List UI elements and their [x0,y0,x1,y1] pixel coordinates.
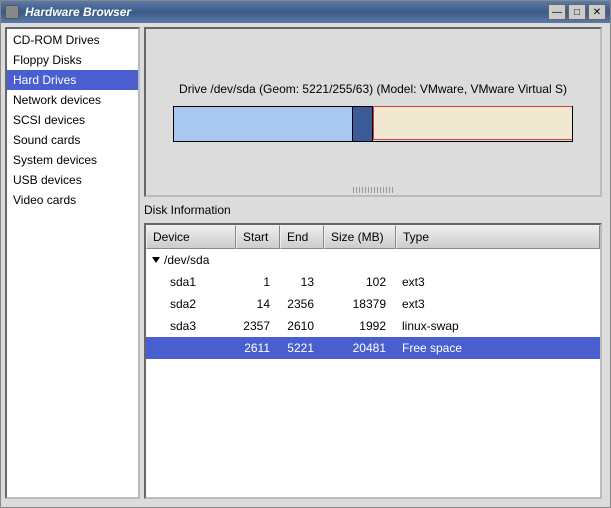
drive-label: Drive /dev/sda (Geom: 5221/255/63) (Mode… [179,82,567,96]
window-body: CD-ROM Drives Floppy Disks Hard Drives N… [1,23,610,507]
window-title: Hardware Browser [25,5,546,19]
column-header-end[interactable]: End [280,225,324,249]
start-cell: 2611 [236,341,280,355]
start-cell: 2357 [236,319,280,333]
app-icon [5,5,19,19]
end-cell: 2610 [280,319,324,333]
tree-node-dev-sda[interactable]: /dev/sda [146,253,236,267]
size-cell: 102 [324,275,396,289]
type-cell: ext3 [396,297,600,311]
end-cell: 2356 [280,297,324,311]
table-body: /dev/sda sda1 1 13 102 ext3 sda2 14 [146,249,600,497]
sidebar-item-network-devices[interactable]: Network devices [7,90,138,110]
main-panel: Drive /dev/sda (Geom: 5221/255/63) (Mode… [144,23,606,503]
sidebar-item-floppy-disks[interactable]: Floppy Disks [7,50,138,70]
close-button[interactable]: ✕ [588,4,606,20]
sidebar-item-usb-devices[interactable]: USB devices [7,170,138,190]
size-cell: 20481 [324,341,396,355]
category-sidebar: CD-ROM Drives Floppy Disks Hard Drives N… [5,27,140,499]
resize-grip-icon [353,187,393,193]
table-row-parent[interactable]: /dev/sda [146,249,600,271]
partition-segment-sda3[interactable] [353,107,373,141]
size-cell: 18379 [324,297,396,311]
device-cell: sda3 [146,319,236,333]
partition-segment-free[interactable] [373,106,572,140]
disk-information-heading: Disk Information [144,201,602,219]
table-row[interactable]: sda1 1 13 102 ext3 [146,271,600,293]
drive-visual-panel: Drive /dev/sda (Geom: 5221/255/63) (Mode… [144,27,602,197]
device-cell: sda1 [146,275,236,289]
column-header-device[interactable]: Device [146,225,236,249]
device-cell: sda2 [146,297,236,311]
size-cell: 1992 [324,319,396,333]
end-cell: 13 [280,275,324,289]
type-cell: linux-swap [396,319,600,333]
partition-segment-sda2[interactable] [174,107,353,141]
sidebar-item-video-cards[interactable]: Video cards [7,190,138,210]
start-cell: 1 [236,275,280,289]
disk-information-table: Device Start End Size (MB) Type /dev/sda [144,223,602,499]
minimize-button[interactable]: — [548,4,566,20]
table-header: Device Start End Size (MB) Type [146,225,600,249]
sidebar-item-scsi-devices[interactable]: SCSI devices [7,110,138,130]
device-name: /dev/sda [164,253,209,267]
partition-bar[interactable] [173,106,573,142]
chevron-down-icon[interactable] [152,256,160,264]
table-row[interactable]: sda3 2357 2610 1992 linux-swap [146,315,600,337]
column-header-start[interactable]: Start [236,225,280,249]
titlebar[interactable]: Hardware Browser — □ ✕ [1,1,610,23]
column-header-type[interactable]: Type [396,225,600,249]
sidebar-item-system-devices[interactable]: System devices [7,150,138,170]
table-row[interactable]: sda2 14 2356 18379 ext3 [146,293,600,315]
column-header-size[interactable]: Size (MB) [324,225,396,249]
start-cell: 14 [236,297,280,311]
hardware-browser-window: Hardware Browser — □ ✕ CD-ROM Drives Flo… [0,0,611,508]
maximize-button[interactable]: □ [568,4,586,20]
sidebar-item-cdrom-drives[interactable]: CD-ROM Drives [7,30,138,50]
type-cell: ext3 [396,275,600,289]
table-row[interactable]: 2611 5221 20481 Free space [146,337,600,359]
end-cell: 5221 [280,341,324,355]
sidebar-item-sound-cards[interactable]: Sound cards [7,130,138,150]
sidebar-item-hard-drives[interactable]: Hard Drives [7,70,138,90]
type-cell: Free space [396,341,600,355]
